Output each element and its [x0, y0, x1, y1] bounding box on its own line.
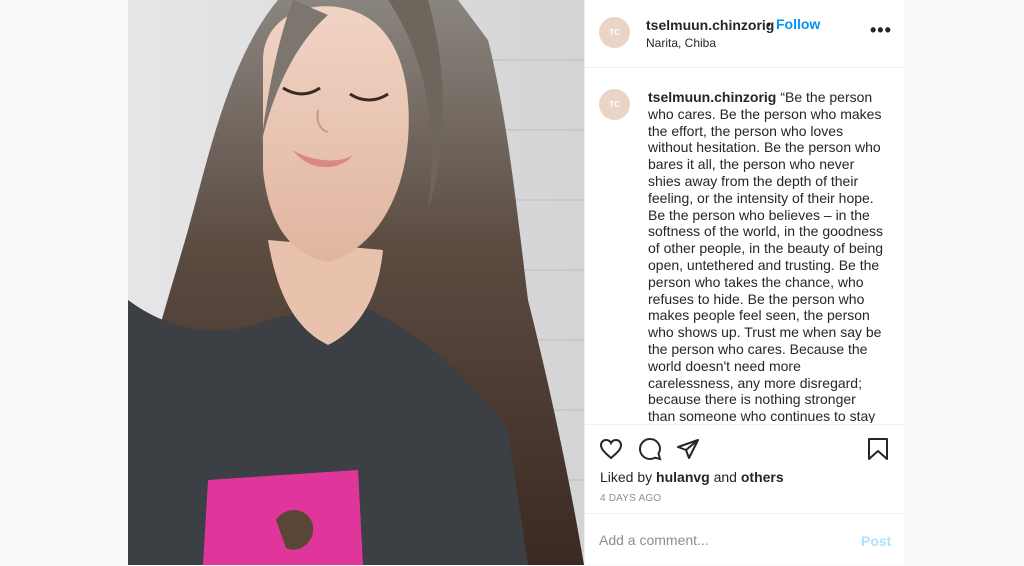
share-icon[interactable]: [676, 437, 700, 466]
caption-text: “Be the person who cares. Be the person …: [648, 89, 884, 423]
actions-section: Liked by hulanvg and others 4 DAYS AGO: [585, 424, 904, 515]
portrait-image: [128, 0, 584, 565]
caption: tselmuun.chinzorig “Be the person who car…: [648, 89, 885, 423]
likes-prefix: Liked by: [600, 469, 653, 485]
comment-icon[interactable]: [638, 437, 662, 466]
author-avatar[interactable]: TC: [599, 17, 630, 48]
post-card: TC tselmuun.chinzorig • Follow Narita, C…: [128, 0, 904, 565]
follow-separator: •: [766, 16, 771, 32]
caption-section: TC tselmuun.chinzorig “Be the person who …: [585, 68, 904, 423]
more-options-icon[interactable]: •••: [870, 20, 892, 41]
caption-username[interactable]: tselmuun.chinzorig: [648, 89, 776, 105]
likes-others-link[interactable]: others: [741, 469, 784, 485]
liked-by-user[interactable]: hulanvg: [656, 469, 710, 485]
post-sidebar: TC tselmuun.chinzorig • Follow Narita, C…: [584, 0, 904, 565]
caption-avatar[interactable]: TC: [599, 89, 630, 120]
bookmark-icon[interactable]: [867, 437, 889, 466]
likes-conjunction: and: [713, 469, 737, 485]
comment-input[interactable]: [599, 532, 839, 548]
heart-icon[interactable]: [599, 437, 623, 466]
post-comment-button[interactable]: Post: [861, 533, 891, 549]
follow-button[interactable]: Follow: [776, 16, 820, 32]
author-username[interactable]: tselmuun.chinzorig: [646, 17, 774, 33]
comment-bar: Post: [585, 513, 904, 566]
post-photo[interactable]: [128, 0, 584, 565]
post-header: TC tselmuun.chinzorig • Follow Narita, C…: [585, 0, 904, 68]
post-location[interactable]: Narita, Chiba: [646, 36, 716, 50]
likes-summary: Liked by hulanvg and others: [600, 469, 784, 485]
post-timestamp[interactable]: 4 DAYS AGO: [600, 493, 661, 504]
